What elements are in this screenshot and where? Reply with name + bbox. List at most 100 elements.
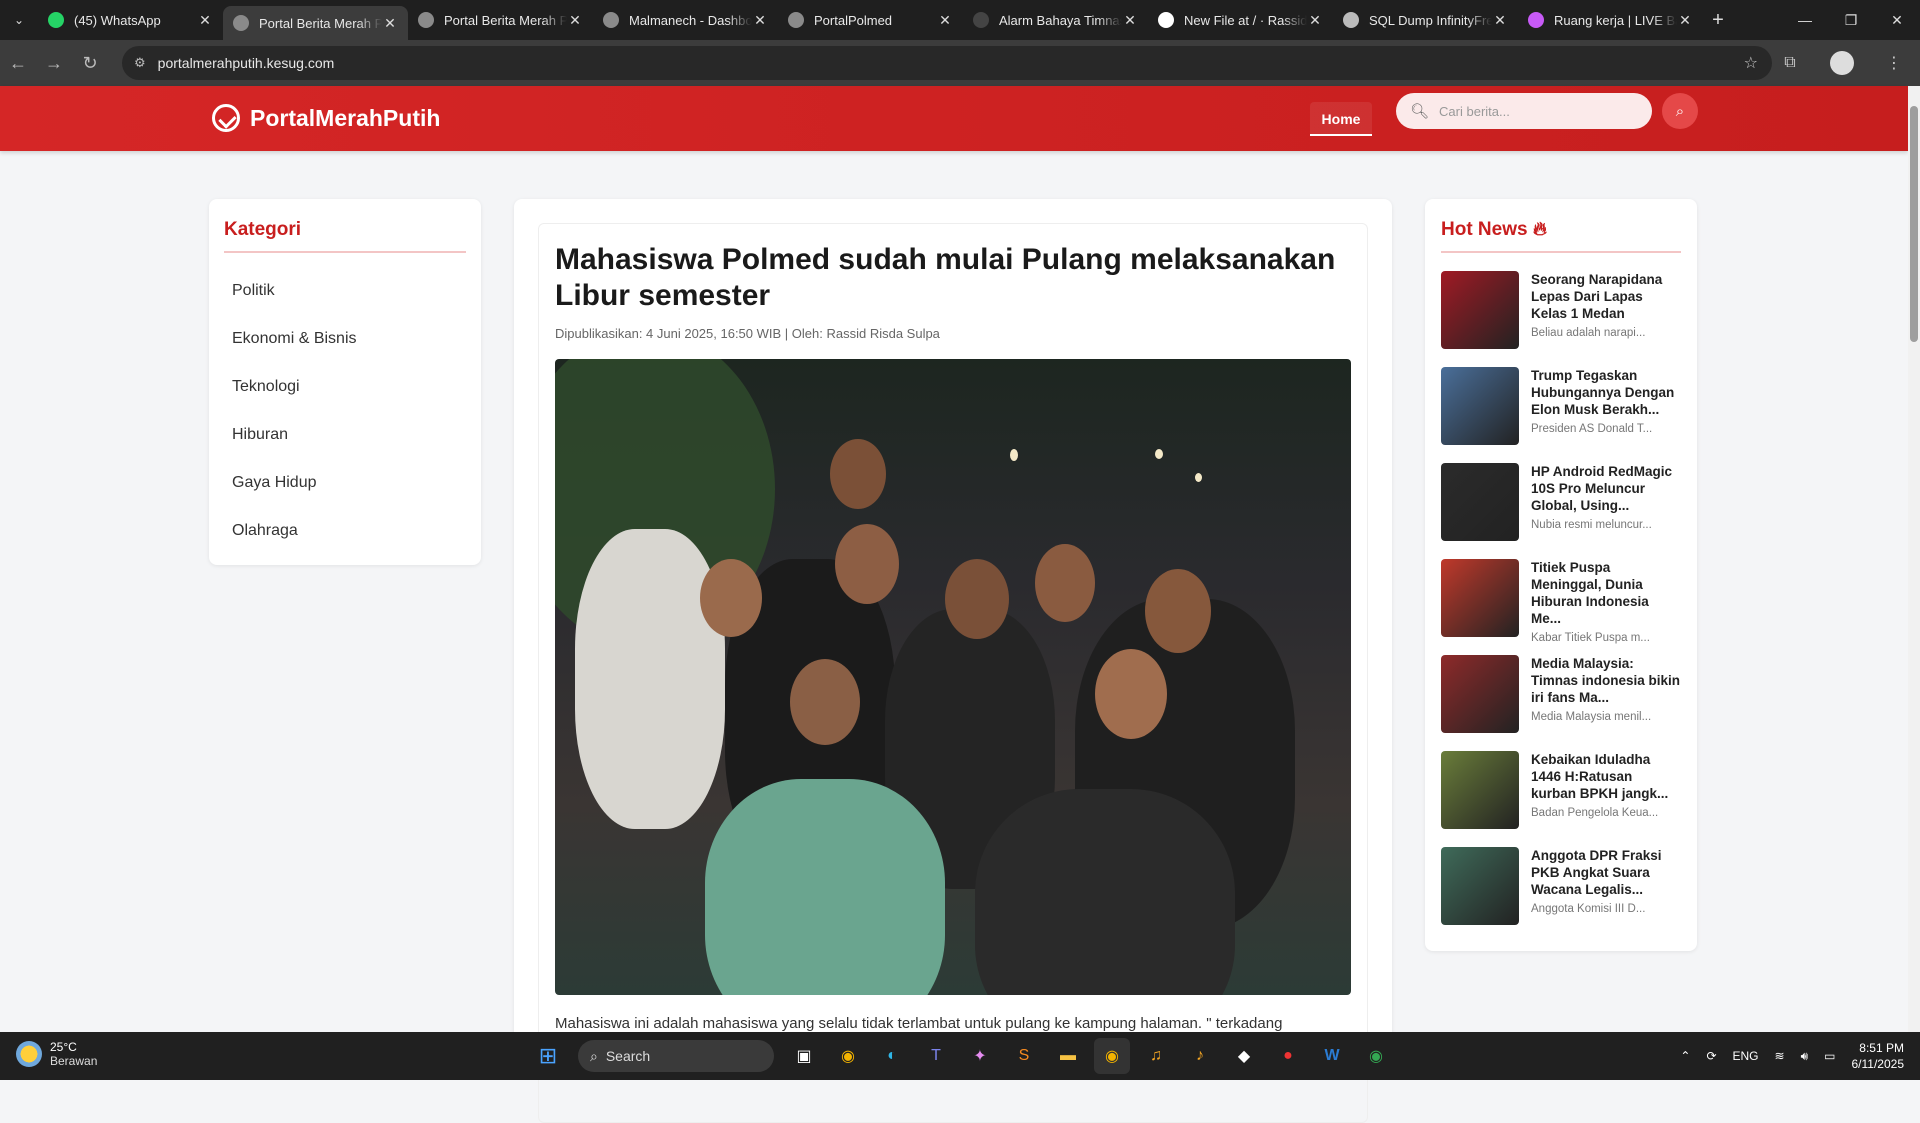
back-icon[interactable]: ←: [0, 53, 36, 74]
hot-news-item[interactable]: Anggota DPR Fraksi PKB Angkat Suara Waca…: [1441, 847, 1681, 925]
category-item[interactable]: Hiburan: [224, 411, 466, 459]
hot-news-headline[interactable]: Trump Tegaskan Hubungannya Dengan Elon M…: [1531, 367, 1681, 418]
tab-close-icon[interactable]: ✕: [1677, 12, 1693, 29]
tab-close-icon[interactable]: ✕: [567, 12, 583, 29]
browser-tab[interactable]: SQL Dump InfinityFree ✕: [1333, 0, 1518, 40]
site-header: PortalMerahPutih Home 🔍︎ ⌕: [0, 86, 1908, 151]
fl-studio-icon[interactable]: ♫: [1138, 1038, 1174, 1074]
browser-tab[interactable]: Portal Berita Merah Putih✕: [408, 0, 593, 40]
tab-close-icon[interactable]: ✕: [752, 12, 768, 29]
tab-close-icon[interactable]: ✕: [1492, 12, 1508, 29]
chrome-active-icon[interactable]: ◉: [1094, 1038, 1130, 1074]
file-explorer-icon[interactable]: ▬: [1050, 1038, 1086, 1074]
close-window-icon[interactable]: ✕: [1874, 0, 1920, 40]
teams-icon[interactable]: T: [918, 1038, 954, 1074]
hot-news-item[interactable]: Kebaikan Iduladha 1446 H:Ratusan kurban …: [1441, 751, 1681, 829]
fl-studio-2-icon[interactable]: ♪: [1182, 1038, 1218, 1074]
restore-icon[interactable]: ❐: [1828, 0, 1874, 40]
tab-title: Ruang kerja | LIVE Ba: [1554, 12, 1677, 28]
category-item[interactable]: Politik: [224, 267, 466, 315]
volume-icon[interactable]: 🔊︎: [1801, 1049, 1809, 1064]
page-scrollbar[interactable]: [1908, 86, 1920, 1032]
search-button[interactable]: ⌕: [1662, 93, 1698, 129]
hot-news-thumbnail[interactable]: [1441, 751, 1519, 829]
browser-tab[interactable]: PortalPolmed ✕: [778, 0, 963, 40]
forward-icon[interactable]: →: [36, 53, 72, 74]
site-logo[interactable]: PortalMerahPutih: [212, 104, 440, 132]
copilot-icon[interactable]: ✦: [962, 1038, 998, 1074]
tab-close-icon[interactable]: ✕: [1307, 12, 1323, 29]
category-item[interactable]: Ekonomi & Bisnis: [224, 315, 466, 363]
browser-tab[interactable]: Malmanech - Dashboard✕: [593, 0, 778, 40]
category-item[interactable]: Teknologi: [224, 363, 466, 411]
browser-tab[interactable]: Portal Berita Merah Putih✕: [223, 6, 408, 40]
browser-tab[interactable]: New File at / · Rassid ✕: [1148, 0, 1333, 40]
reload-icon[interactable]: ↻: [72, 53, 108, 74]
chevron-up-icon[interactable]: ⌃: [1680, 1049, 1690, 1063]
browser-tab[interactable]: Ruang kerja | LIVE Ba ✕: [1518, 0, 1703, 40]
hot-news-thumbnail[interactable]: [1441, 367, 1519, 445]
browser-tab[interactable]: Alarm Bahaya Timnas ✕: [963, 0, 1148, 40]
tab-search-icon[interactable]: ⌄: [0, 0, 38, 40]
hot-news-thumbnail[interactable]: [1441, 847, 1519, 925]
minimize-icon[interactable]: —: [1782, 0, 1828, 40]
hot-news-item[interactable]: Trump Tegaskan Hubungannya Dengan Elon M…: [1441, 367, 1681, 445]
search-input[interactable]: [1439, 103, 1640, 119]
chrome-icon[interactable]: ◉: [830, 1038, 866, 1074]
browser-tab[interactable]: (45) WhatsApp ✕: [38, 0, 223, 40]
unity-icon[interactable]: ◆: [1226, 1038, 1262, 1074]
hot-news-headline[interactable]: Kebaikan Iduladha 1446 H:Ratusan kurban …: [1531, 751, 1681, 802]
language-indicator[interactable]: ENG: [1733, 1049, 1759, 1063]
category-item[interactable]: Gaya Hidup: [224, 459, 466, 507]
nav-home-link[interactable]: Home: [1310, 102, 1372, 136]
tab-close-icon[interactable]: ✕: [1122, 12, 1138, 29]
sync-icon[interactable]: ⟳: [1706, 1049, 1716, 1063]
logo-icon: [212, 104, 240, 132]
article-container: Mahasiswa Polmed sudah mulai Pulang mela…: [514, 199, 1392, 1123]
hot-news-snippet: Anggota Komisi III D...: [1531, 903, 1646, 915]
tab-title: Malmanech - Dashboard: [629, 12, 752, 28]
battery-icon[interactable]: ▭: [1824, 1049, 1835, 1063]
extensions-icon[interactable]: ⧉: [1764, 54, 1816, 72]
wifi-icon[interactable]: ≋: [1775, 1049, 1785, 1063]
recorder-icon[interactable]: ●: [1270, 1038, 1306, 1074]
scrollbar-thumb[interactable]: [1910, 106, 1918, 342]
url-field[interactable]: ⚙ portalmerahputih.kesug.com ☆: [122, 46, 1772, 80]
category-item[interactable]: Olahraga: [224, 507, 466, 555]
hot-news-item[interactable]: Seorang Narapidana Lepas Dari Lapas Kela…: [1441, 271, 1681, 349]
clock[interactable]: 8:51 PM 6/11/2025: [1852, 1040, 1905, 1072]
task-view-icon[interactable]: ▣: [786, 1038, 822, 1074]
profile-avatar[interactable]: [1830, 51, 1854, 75]
hot-news-headline[interactable]: Media Malaysia: Timnas indonesia bikin i…: [1531, 655, 1681, 706]
hot-news-item[interactable]: HP Android RedMagic 10S Pro Meluncur Glo…: [1441, 463, 1681, 541]
tab-favicon-icon: [233, 15, 249, 31]
tab-title: Portal Berita Merah Putih: [444, 12, 567, 28]
hot-news-item[interactable]: Media Malaysia: Timnas indonesia bikin i…: [1441, 655, 1681, 733]
tab-close-icon[interactable]: ✕: [382, 15, 398, 32]
tab-close-icon[interactable]: ✕: [197, 12, 213, 29]
hot-news-thumbnail[interactable]: [1441, 463, 1519, 541]
weather-widget[interactable]: 25°C Berawan: [16, 1040, 97, 1068]
hot-news-thumbnail[interactable]: [1441, 559, 1519, 637]
tab-close-icon[interactable]: ✕: [937, 12, 953, 29]
hot-news-thumbnail[interactable]: [1441, 271, 1519, 349]
hot-news-item[interactable]: Titiek Puspa Meninggal, Dunia Hiburan In…: [1441, 559, 1681, 644]
hot-news-headline[interactable]: Seorang Narapidana Lepas Dari Lapas Kela…: [1531, 271, 1681, 322]
hot-news-snippet: Presiden AS Donald T...: [1531, 423, 1653, 435]
bookmark-star-icon[interactable]: ☆: [1744, 53, 1758, 73]
site-info-icon[interactable]: ⚙: [134, 55, 146, 71]
edge-icon[interactable]: ◐: [874, 1038, 910, 1074]
hot-news-headline[interactable]: Anggota DPR Fraksi PKB Angkat Suara Waca…: [1531, 847, 1681, 898]
windows-start-icon[interactable]: ⊞: [530, 1038, 566, 1074]
chrome-profile-icon[interactable]: ◉: [1358, 1038, 1394, 1074]
search-icon: 🔍︎: [1410, 103, 1430, 120]
hot-news-headline[interactable]: Titiek Puspa Meninggal, Dunia Hiburan In…: [1531, 559, 1681, 627]
taskbar-search[interactable]: ⌕ Search: [578, 1040, 774, 1072]
sublime-icon[interactable]: S: [1006, 1038, 1042, 1074]
word-icon[interactable]: W: [1314, 1038, 1350, 1074]
hot-news-thumbnail[interactable]: [1441, 655, 1519, 733]
windows-taskbar: 25°C Berawan ⊞ ⌕ Search ▣ ◉ ◐ T ✦ S ▬ ◉ ♫…: [0, 1032, 1920, 1080]
hot-news-headline[interactable]: HP Android RedMagic 10S Pro Meluncur Glo…: [1531, 463, 1681, 514]
new-tab-button[interactable]: +: [1703, 9, 1733, 32]
menu-icon[interactable]: ⋮: [1868, 53, 1920, 73]
